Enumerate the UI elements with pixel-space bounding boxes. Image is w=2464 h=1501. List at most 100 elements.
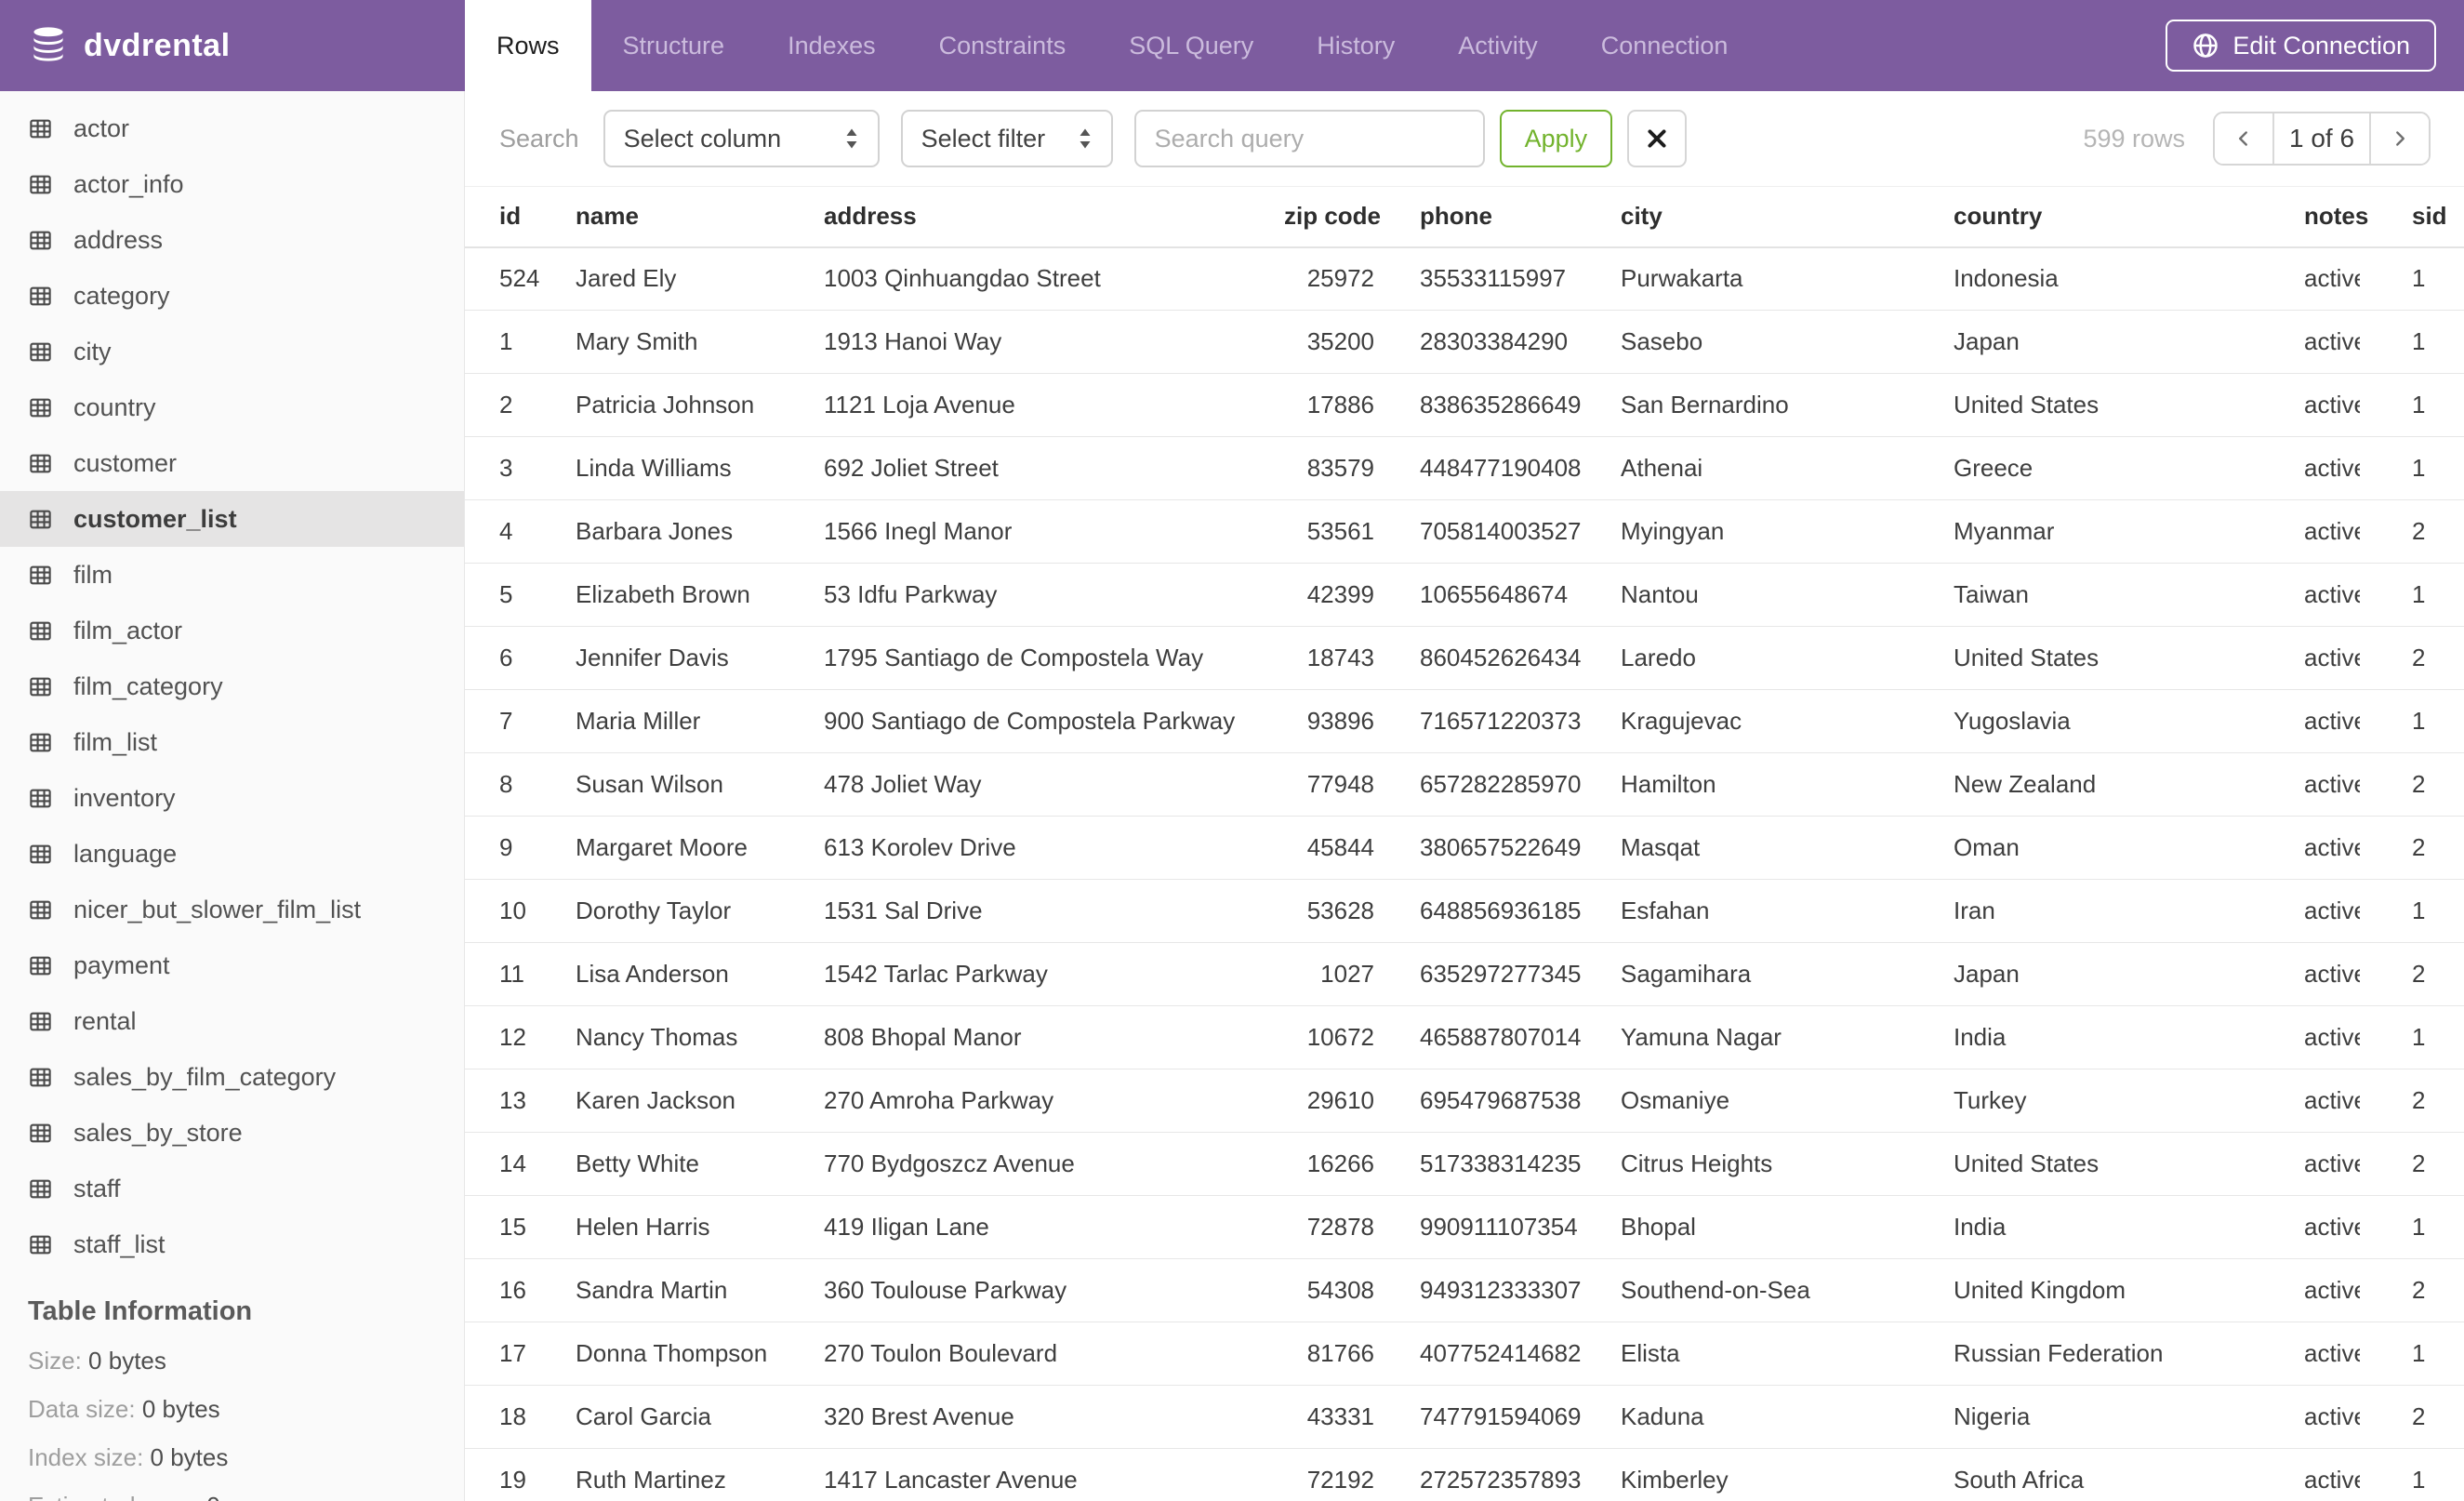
table-row[interactable]: 1 Mary Smith 1913 Hanoi Way 35200 2830338429… [465, 310, 2464, 374]
cell-city: Laredo [1621, 626, 1954, 690]
sidebar-item-address[interactable]: address [0, 212, 464, 268]
sidebar-item-city[interactable]: city [0, 324, 464, 379]
column-select[interactable]: Select column [603, 110, 880, 167]
table-grid-icon [30, 286, 51, 305]
tab-history[interactable]: History [1285, 0, 1426, 91]
sidebar-item-customer_list[interactable]: customer_list [0, 491, 464, 547]
cell-id: 18 [465, 1385, 576, 1449]
cell-address: 419 Iligan Lane [824, 1195, 1284, 1259]
tab-rows[interactable]: Rows [465, 0, 591, 91]
sidebar-item-category[interactable]: category [0, 268, 464, 324]
cell-zip: 77948 [1284, 752, 1374, 817]
table-row[interactable]: 5 Elizabeth Brown 53 Idfu Parkway 42399 1065… [465, 563, 2464, 627]
cell-name: Linda Williams [576, 436, 824, 500]
table-row[interactable]: 2 Patricia Johnson 1121 Loja Avenue 17886 83… [465, 373, 2464, 437]
tab-indexes[interactable]: Indexes [756, 0, 907, 91]
filter-select[interactable]: Select filter [900, 110, 1113, 167]
cell-phone: 838635286649 [1374, 373, 1621, 437]
sidebar-item-film[interactable]: film [0, 547, 464, 603]
sidebar-item-staff[interactable]: staff [0, 1161, 464, 1216]
sidebar-item-customer[interactable]: customer [0, 435, 464, 491]
table-grid-icon [30, 1068, 51, 1086]
tab-constraints[interactable]: Constraints [907, 0, 1098, 91]
cell-sid: 1 [2360, 436, 2464, 500]
column-header-city[interactable]: city [1621, 186, 1954, 248]
cell-zip: 81766 [1284, 1322, 1374, 1386]
search-label: Search [499, 124, 579, 153]
column-select-value: Select column [623, 124, 782, 153]
cell-notes: active [2304, 689, 2360, 753]
previous-page-button[interactable] [2215, 113, 2272, 164]
tab-structure[interactable]: Structure [591, 0, 757, 91]
apply-button[interactable]: Apply [1499, 110, 1613, 167]
cell-zip: 53561 [1284, 499, 1374, 564]
cell-address: 1531 Sal Drive [824, 879, 1284, 943]
tab-sql-query[interactable]: SQL Query [1097, 0, 1285, 91]
cell-name: Betty White [576, 1132, 824, 1196]
sidebar-item-film_actor[interactable]: film_actor [0, 603, 464, 658]
cell-sid: 2 [2360, 626, 2464, 690]
table-row[interactable]: 13 Karen Jackson 270 Amroha Parkway 29610 69… [465, 1069, 2464, 1133]
search-query-input[interactable] [1133, 110, 1485, 167]
column-header-notes[interactable]: notes [2304, 186, 2368, 248]
table-row[interactable]: 6 Jennifer Davis 1795 Santiago de Composte… [465, 626, 2464, 690]
column-header-sid[interactable]: sid [2360, 186, 2464, 248]
column-header-id[interactable]: id [465, 186, 576, 248]
sidebar-item-sales_by_film_category[interactable]: sales_by_film_category [0, 1049, 464, 1105]
sidebar-item-payment[interactable]: payment [0, 937, 464, 993]
cell-address: 1121 Loja Avenue [824, 373, 1284, 437]
sidebar-item-rental[interactable]: rental [0, 993, 464, 1049]
cell-zip: 35200 [1284, 310, 1374, 374]
table-row[interactable]: 18 Carol Garcia 320 Brest Avenue 43331 74779… [465, 1385, 2464, 1449]
tab-connection[interactable]: Connection [1570, 0, 1760, 91]
cell-country: United States [1954, 626, 2304, 690]
sidebar-item-sales_by_store[interactable]: sales_by_store [0, 1105, 464, 1161]
table-information-line: Estimated rows: 0 [28, 1492, 464, 1501]
next-page-button[interactable] [2371, 113, 2429, 164]
sidebar-item-nicer_but_slower_film_list[interactable]: nicer_but_slower_film_list [0, 882, 464, 937]
cell-city: Masqat [1621, 816, 1954, 880]
column-header-phone[interactable]: phone [1374, 186, 1621, 248]
table-row[interactable]: 9 Margaret Moore 613 Korolev Drive 45844 380… [465, 816, 2464, 880]
sidebar-item-inventory[interactable]: inventory [0, 770, 464, 826]
table-row[interactable]: 10 Dorothy Taylor 1531 Sal Drive 53628 64885… [465, 879, 2464, 943]
sidebar-item-film_category[interactable]: film_category [0, 658, 464, 714]
sidebar-item-staff_list[interactable]: staff_list [0, 1216, 464, 1272]
cell-sid: 1 [2360, 310, 2464, 374]
sidebar-item-film_list[interactable]: film_list [0, 714, 464, 770]
sidebar-item-actor[interactable]: actor [0, 100, 464, 156]
column-header-address[interactable]: address [824, 186, 1284, 248]
table-row[interactable]: 524 Jared Ely 1003 Qinhuangdao Street 25972… [465, 246, 2464, 311]
column-header-country[interactable]: country [1954, 186, 2304, 248]
table-row[interactable]: 11 Lisa Anderson 1542 Tarlac Parkway 1027 63… [465, 942, 2464, 1006]
column-header-zip[interactable]: zip code [1284, 186, 1381, 248]
sidebar-item-actor_info[interactable]: actor_info [0, 156, 464, 212]
cell-city: Kragujevac [1621, 689, 1954, 753]
clear-search-button[interactable] [1627, 110, 1688, 167]
cell-zip: 17886 [1284, 373, 1374, 437]
table-row[interactable]: 8 Susan Wilson 478 Joliet Way 77948 65728228… [465, 752, 2464, 817]
sidebar-item-country[interactable]: country [0, 379, 464, 435]
column-header-name[interactable]: name [576, 186, 824, 248]
table-row[interactable]: 12 Nancy Thomas 808 Bhopal Manor 10672 46588… [465, 1005, 2464, 1069]
table-grid-icon [30, 565, 51, 584]
cell-notes: active [2304, 1385, 2360, 1449]
cell-name: Patricia Johnson [576, 373, 824, 437]
table-row[interactable]: 17 Donna Thompson 270 Toulon Boulevard 8176… [465, 1322, 2464, 1386]
cell-phone: 448477190408 [1374, 436, 1621, 500]
cell-address: 1542 Tarlac Parkway [824, 942, 1284, 1006]
edit-connection-button[interactable]: Edit Connection [2166, 20, 2436, 72]
table-row[interactable]: 16 Sandra Martin 360 Toulouse Parkway 54308… [465, 1258, 2464, 1322]
main-panel: Search Select column Select filter Apply [465, 91, 2464, 1501]
table-row[interactable]: 4 Barbara Jones 1566 Inegl Manor 53561 70581… [465, 499, 2464, 564]
table-row[interactable]: 15 Helen Harris 419 Iligan Lane 72878 990911… [465, 1195, 2464, 1259]
tab-activity[interactable]: Activity [1426, 0, 1570, 91]
table-row[interactable]: 19 Ruth Martinez 1417 Lancaster Avenue 7219… [465, 1448, 2464, 1501]
cell-phone: 648856936185 [1374, 879, 1621, 943]
cell-zip: 43331 [1284, 1385, 1374, 1449]
table-row[interactable]: 3 Linda Williams 692 Joliet Street 83579 448… [465, 436, 2464, 500]
table-row[interactable]: 7 Maria Miller 900 Santiago de Compostela … [465, 689, 2464, 753]
table-row[interactable]: 14 Betty White 770 Bydgoszcz Avenue 16266 51… [465, 1132, 2464, 1196]
cell-zip: 1027 [1284, 942, 1374, 1006]
sidebar-item-language[interactable]: language [0, 826, 464, 882]
